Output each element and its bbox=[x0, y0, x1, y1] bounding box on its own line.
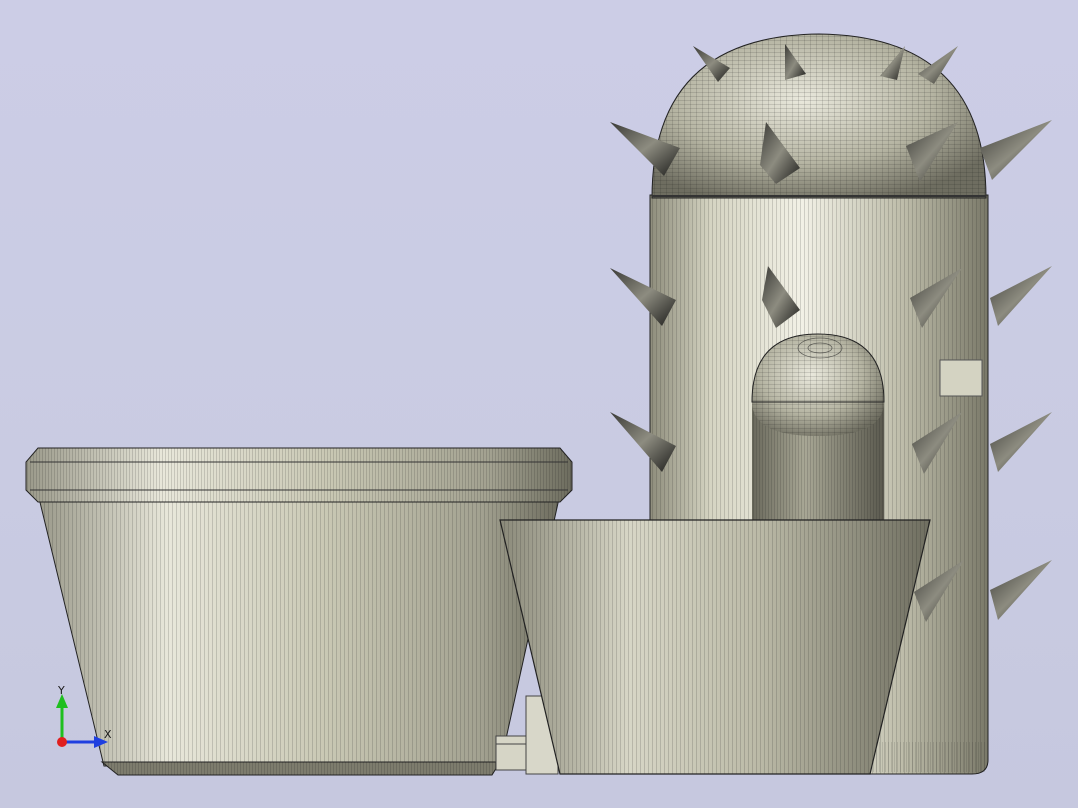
model-scene[interactable] bbox=[0, 0, 1078, 808]
x-axis-label: X bbox=[104, 728, 112, 741]
axis-triad: Y X bbox=[56, 686, 112, 748]
small-pot[interactable] bbox=[499, 519, 931, 775]
cad-viewport[interactable]: Y X bbox=[0, 0, 1078, 808]
y-axis-label: Y bbox=[57, 686, 65, 697]
inner-core[interactable] bbox=[751, 333, 885, 523]
